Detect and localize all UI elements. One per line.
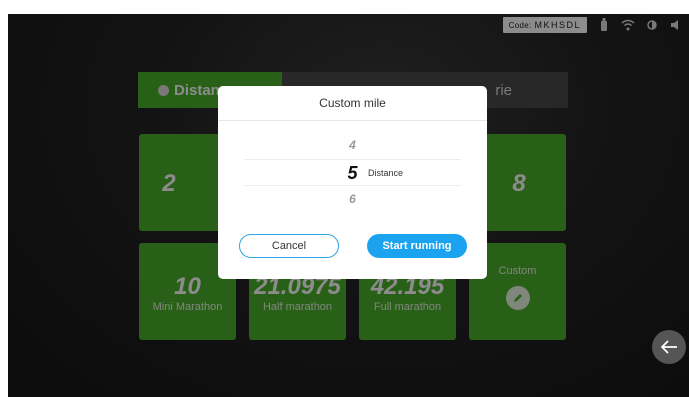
picker-divider xyxy=(244,159,461,160)
custom-mile-dialog: Custom mile 4 5 Distance 6 Cancel Start … xyxy=(218,86,487,279)
arrow-left-icon xyxy=(660,340,677,354)
back-button[interactable] xyxy=(652,330,686,364)
app-screen: Code: MKHSDL Distan rie 2 8 10 Mini Marat… xyxy=(8,14,689,397)
picker-prev-value[interactable]: 4 xyxy=(218,138,487,152)
cancel-button[interactable]: Cancel xyxy=(239,234,339,258)
picker-selected-value[interactable]: 5 xyxy=(218,163,487,184)
picker-unit-label: Distance xyxy=(368,168,404,178)
picker-next-value[interactable]: 6 xyxy=(218,192,487,206)
start-running-button[interactable]: Start running xyxy=(367,234,467,258)
distance-picker[interactable]: 4 5 Distance 6 xyxy=(218,121,487,233)
picker-divider xyxy=(244,185,461,186)
dialog-title: Custom mile xyxy=(218,86,487,121)
